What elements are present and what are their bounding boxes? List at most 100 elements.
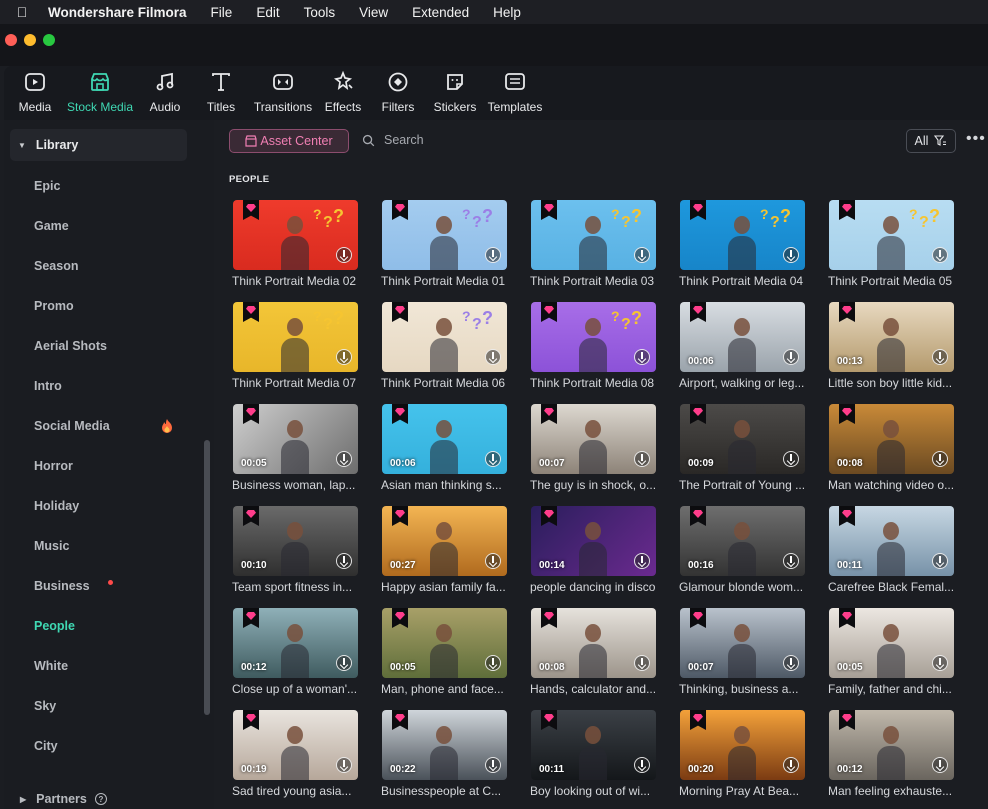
media-thumbnail[interactable]: 00:06 xyxy=(382,404,507,474)
media-card[interactable]: 00:27 Happy asian family fa... xyxy=(381,506,507,604)
search-field[interactable]: Search xyxy=(362,133,424,147)
filter-dropdown[interactable]: All xyxy=(906,129,956,153)
media-thumbnail[interactable]: 00:05 xyxy=(233,404,358,474)
media-thumbnail[interactable]: ??? xyxy=(233,302,358,372)
sidebar-item-business[interactable]: Business xyxy=(34,579,90,593)
media-card[interactable]: 00:22 Businesspeople at C... xyxy=(381,710,507,808)
download-icon[interactable] xyxy=(932,349,948,365)
media-thumbnail[interactable]: 00:12 xyxy=(829,710,954,780)
media-thumbnail[interactable]: 00:10 xyxy=(233,506,358,576)
apple-logo-icon[interactable]:  xyxy=(13,4,31,20)
media-thumbnail[interactable]: 00:13 xyxy=(829,302,954,372)
download-icon[interactable] xyxy=(783,451,799,467)
media-card[interactable]: 00:16 Glamour blonde wom... xyxy=(679,506,805,604)
download-icon[interactable] xyxy=(336,451,352,467)
sidebar-item-white[interactable]: White xyxy=(34,659,68,673)
media-card[interactable]: 00:11 Boy looking out of wi... xyxy=(530,710,656,808)
download-icon[interactable] xyxy=(932,247,948,263)
media-card[interactable]: 00:05 Business woman, lap... xyxy=(232,404,358,502)
download-icon[interactable] xyxy=(485,349,501,365)
media-thumbnail[interactable]: 00:16 xyxy=(680,506,805,576)
media-card[interactable]: ??? Think Portrait Media 07 xyxy=(232,302,358,400)
media-card[interactable]: 00:07 The guy is in shock, o... xyxy=(530,404,656,502)
app-menu[interactable]: Wondershare Filmora xyxy=(48,5,187,20)
sidebar-item-people[interactable]: People xyxy=(34,619,75,633)
menu-tools[interactable]: Tools xyxy=(304,5,336,20)
media-card[interactable]: ??? Think Portrait Media 01 xyxy=(381,200,507,298)
download-icon[interactable] xyxy=(783,553,799,569)
sidebar-item-horror[interactable]: Horror xyxy=(34,459,73,473)
media-thumbnail[interactable]: 00:19 xyxy=(233,710,358,780)
sidebar-scrollbar[interactable] xyxy=(204,440,210,715)
media-card[interactable]: ??? Think Portrait Media 08 xyxy=(530,302,656,400)
download-icon[interactable] xyxy=(634,553,650,569)
media-card[interactable]: 00:06 Airport, walking or leg... xyxy=(679,302,805,400)
download-icon[interactable] xyxy=(336,655,352,671)
media-card[interactable]: ??? Think Portrait Media 04 xyxy=(679,200,805,298)
download-icon[interactable] xyxy=(485,553,501,569)
sidebar-item-music[interactable]: Music xyxy=(34,539,69,553)
media-thumbnail[interactable]: ??? xyxy=(382,200,507,270)
download-icon[interactable] xyxy=(783,655,799,671)
media-card[interactable]: 00:13 Little son boy little kid... xyxy=(828,302,954,400)
download-icon[interactable] xyxy=(336,247,352,263)
help-icon[interactable]: ? xyxy=(94,793,107,805)
sidebar-item-season[interactable]: Season xyxy=(34,259,78,273)
media-card[interactable]: 00:09 The Portrait of Young ... xyxy=(679,404,805,502)
media-thumbnail[interactable]: 00:11 xyxy=(829,506,954,576)
media-card[interactable]: 00:20 Morning Pray At Bea... xyxy=(679,710,805,808)
download-icon[interactable] xyxy=(932,655,948,671)
media-card[interactable]: 00:12 Man feeling exhauste... xyxy=(828,710,954,808)
media-card[interactable]: 00:19 Sad tired young asia... xyxy=(232,710,358,808)
download-icon[interactable] xyxy=(634,349,650,365)
media-thumbnail[interactable]: 00:20 xyxy=(680,710,805,780)
media-card[interactable]: 00:05 Family, father and chi... xyxy=(828,608,954,706)
media-card[interactable]: 00:05 Man, phone and face... xyxy=(381,608,507,706)
tab-audio[interactable]: Audio xyxy=(148,70,182,118)
download-icon[interactable] xyxy=(485,757,501,773)
library-header[interactable]: ▼ Library xyxy=(10,129,187,161)
download-icon[interactable] xyxy=(634,451,650,467)
download-icon[interactable] xyxy=(932,757,948,773)
sidebar-item-sky[interactable]: Sky xyxy=(34,699,56,713)
tab-stickers[interactable]: Stickers xyxy=(432,70,478,118)
media-card[interactable]: ??? Think Portrait Media 06 xyxy=(381,302,507,400)
media-thumbnail[interactable]: 00:05 xyxy=(382,608,507,678)
media-card[interactable]: 00:07 Thinking, business a... xyxy=(679,608,805,706)
menu-file[interactable]: File xyxy=(211,5,233,20)
zoom-window-button[interactable] xyxy=(43,34,55,46)
media-card[interactable]: ??? Think Portrait Media 03 xyxy=(530,200,656,298)
menu-edit[interactable]: Edit xyxy=(256,5,279,20)
minimize-window-button[interactable] xyxy=(24,34,36,46)
media-thumbnail[interactable]: 00:09 xyxy=(680,404,805,474)
download-icon[interactable] xyxy=(932,553,948,569)
media-thumbnail[interactable]: 00:08 xyxy=(829,404,954,474)
menu-view[interactable]: View xyxy=(359,5,388,20)
download-icon[interactable] xyxy=(485,655,501,671)
tab-media[interactable]: Media xyxy=(16,70,54,118)
media-thumbnail[interactable]: 00:11 xyxy=(531,710,656,780)
download-icon[interactable] xyxy=(634,655,650,671)
media-card[interactable]: 00:08 Hands, calculator and... xyxy=(530,608,656,706)
tab-filters[interactable]: Filters xyxy=(380,70,416,118)
media-card[interactable]: 00:06 Asian man thinking s... xyxy=(381,404,507,502)
sidebar-item-partners[interactable]: ▶ Partners ? xyxy=(20,792,107,806)
menu-extended[interactable]: Extended xyxy=(412,5,469,20)
media-card[interactable]: 00:12 Close up of a woman'... xyxy=(232,608,358,706)
sidebar-item-game[interactable]: Game xyxy=(34,219,69,233)
media-card[interactable]: 00:10 Team sport fitness in... xyxy=(232,506,358,604)
tab-effects[interactable]: Effects xyxy=(322,70,364,118)
more-options-icon[interactable]: ••• xyxy=(966,130,986,148)
tab-templates[interactable]: Templates xyxy=(486,70,544,118)
download-icon[interactable] xyxy=(783,757,799,773)
sidebar-item-city[interactable]: City xyxy=(34,739,58,753)
download-icon[interactable] xyxy=(485,451,501,467)
download-icon[interactable] xyxy=(634,247,650,263)
tab-stock-media[interactable]: Stock Media xyxy=(66,70,134,118)
sidebar-item-intro[interactable]: Intro xyxy=(34,379,62,393)
download-icon[interactable] xyxy=(634,757,650,773)
media-thumbnail[interactable]: 00:07 xyxy=(680,608,805,678)
media-thumbnail[interactable]: ??? xyxy=(531,200,656,270)
download-icon[interactable] xyxy=(336,553,352,569)
media-thumbnail[interactable]: 00:12 xyxy=(233,608,358,678)
